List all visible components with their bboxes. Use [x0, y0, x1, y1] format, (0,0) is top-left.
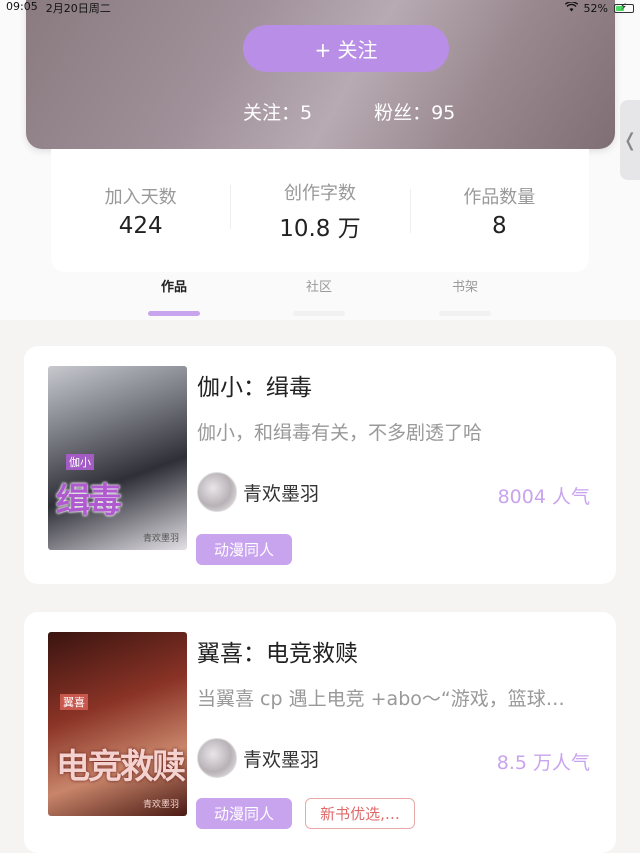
stat-label: 创作字数 — [283, 182, 356, 204]
battery-icon: ⚡ — [614, 1, 634, 13]
popularity-count: 8004 人气 — [497, 486, 590, 508]
cover-tag: 伽小 — [66, 454, 94, 470]
cover-title: 电竞救赎 — [56, 747, 186, 787]
follow-button[interactable]: + 关注 — [243, 25, 449, 72]
wifi-icon — [564, 0, 578, 15]
avatar[interactable] — [197, 738, 237, 778]
book-cover[interactable]: 伽小 缉毒 青欢墨羽 — [48, 366, 187, 550]
follow-stats: 关注：5 粉丝：95 — [243, 98, 455, 125]
book-card[interactable]: 伽小 缉毒 青欢墨羽 伽小：缉毒 伽小，和缉毒有关，不多剧透了哈 青欢墨羽 80… — [24, 346, 616, 584]
stat-value: 10.8 万 — [279, 215, 361, 242]
stats-card: 加入天数 424 创作字数 10.8 万 作品数量 8 — [51, 149, 589, 272]
tab-indicator — [148, 311, 200, 316]
stat-value: 8 — [492, 212, 507, 239]
tab-indicator — [293, 311, 345, 316]
tab-label: 社区 — [305, 280, 332, 295]
avatar[interactable] — [197, 472, 237, 512]
cover-title: 缉毒 — [56, 481, 122, 521]
follow-button-label: + 关注 — [314, 38, 378, 62]
cover-tag: 翼喜 — [60, 694, 88, 710]
battery-percent: 52% — [583, 1, 608, 15]
tab-community[interactable]: 社区 — [279, 276, 359, 316]
book-title[interactable]: 伽小：缉毒 — [197, 368, 312, 402]
charging-icon: ⚡ — [620, 1, 628, 13]
tab-label: 作品 — [160, 280, 187, 295]
stat-label: 加入天数 — [104, 186, 177, 208]
author-row[interactable]: 青欢墨羽 — [197, 738, 319, 778]
tab-works[interactable]: 作品 — [134, 276, 214, 316]
tab-indicator — [439, 311, 491, 316]
cover-author: 青欢墨羽 — [142, 534, 179, 544]
author-row[interactable]: 青欢墨羽 — [197, 472, 319, 512]
status-time: 09:05 — [6, 0, 38, 13]
side-panel-handle[interactable]: ❬ — [620, 100, 640, 180]
stat-value: 424 — [118, 212, 163, 239]
status-bar: 09:05 2月20日周二 52% ⚡ — [0, 0, 640, 16]
profile-header-area: + 关注 关注：5 粉丝：95 ❬ 加入天数 424 创作字数 10.8 万 作… — [0, 0, 640, 320]
tag-chip-outline[interactable]: 新书优选,… — [305, 798, 415, 829]
stat-join-days: 加入天数 424 — [51, 183, 230, 239]
status-right: 52% ⚡ — [564, 0, 634, 15]
stat-label: 作品数量 — [463, 186, 536, 208]
tab-bookshelf[interactable]: 书架 — [425, 276, 505, 316]
tab-label: 书架 — [451, 280, 478, 295]
book-description: 当翼喜 cp 遇上电竞 +abo～“游戏，篮球… — [197, 688, 565, 710]
cover-author: 青欢墨羽 — [142, 800, 179, 810]
status-date: 2月20日周二 — [45, 2, 111, 15]
popularity-count: 8.5 万人气 — [496, 752, 590, 774]
chevron-left-icon: ❬ — [622, 129, 638, 151]
book-description: 伽小，和缉毒有关，不多剧透了哈 — [197, 422, 483, 444]
stat-works-count: 作品数量 8 — [409, 183, 589, 239]
profile-header-card: + 关注 关注：5 粉丝：95 — [26, 0, 615, 149]
author-name[interactable]: 青欢墨羽 — [243, 479, 319, 506]
tag-chip[interactable]: 动漫同人 — [196, 534, 292, 565]
book-title[interactable]: 翼喜：电竞救赎 — [197, 634, 358, 668]
book-card[interactable]: 翼喜 电竞救赎 青欢墨羽 翼喜：电竞救赎 当翼喜 cp 遇上电竞 +abo～“游… — [24, 612, 616, 853]
author-name[interactable]: 青欢墨羽 — [243, 745, 319, 772]
following-count[interactable]: 关注：5 — [243, 98, 312, 125]
stat-word-count: 创作字数 10.8 万 — [230, 179, 409, 243]
fans-count[interactable]: 粉丝：95 — [374, 98, 455, 125]
profile-tabs: 作品 社区 书架 — [0, 276, 640, 320]
tag-chip[interactable]: 动漫同人 — [196, 798, 292, 829]
book-cover[interactable]: 翼喜 电竞救赎 青欢墨羽 — [48, 632, 187, 816]
status-left: 09:05 2月20日周二 — [6, 0, 111, 16]
